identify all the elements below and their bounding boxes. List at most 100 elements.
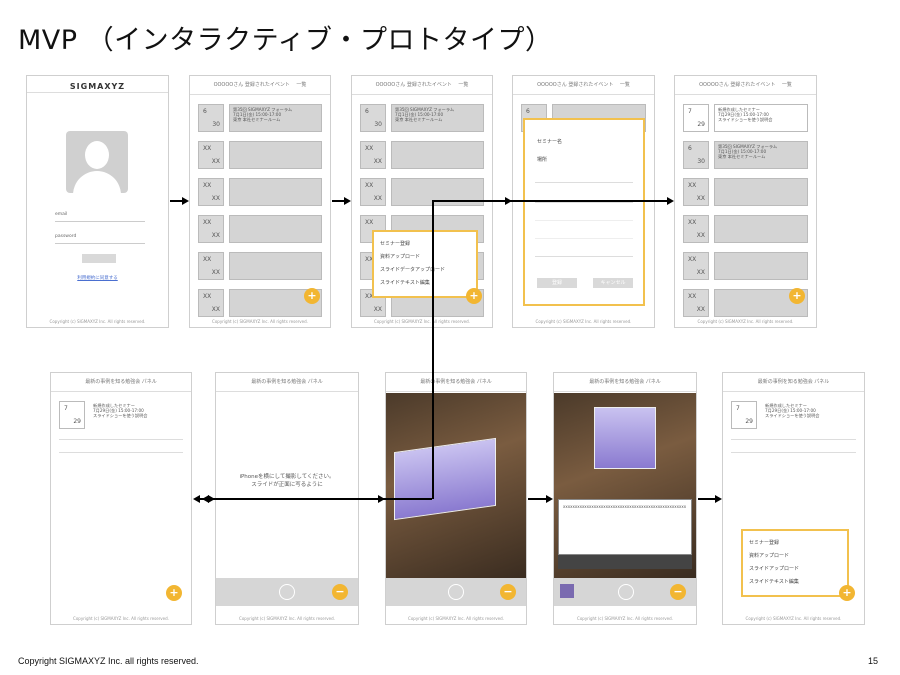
camera-toolbar: − [386, 578, 526, 606]
email-field[interactable]: email [55, 212, 145, 222]
shutter-button[interactable] [448, 584, 464, 600]
screen-header: 最新の事例を知る勉強会 パネル [386, 373, 526, 392]
menu-item-material-upload[interactable]: 資料アップロード [743, 550, 847, 563]
flow-arrow [170, 200, 182, 202]
menu-item-seminar[interactable]: セミナー登録 [743, 537, 847, 550]
arrow-head-icon [182, 197, 189, 205]
seminar-form-dialog: セミナー名 場所 登録 キャンセル [523, 118, 645, 306]
event-row[interactable]: XXXX [360, 141, 484, 171]
menu-item-slide-text[interactable]: スライドテキスト編集 [743, 576, 847, 589]
event-detail-row: 7 29 新規作成したセミナー 7月29日(金) 15:00-17:00 スライド… [59, 401, 183, 431]
terms-link[interactable]: 利用規約に同意する [27, 275, 168, 281]
copyright-text: Copyright (c) SIGMAXYZ Inc. All rights r… [239, 616, 335, 621]
flow-arrow [528, 498, 546, 500]
arrow-head-icon [344, 197, 351, 205]
form-submit-button[interactable]: 登録 [537, 278, 577, 288]
screen-header: OOOOOさん 登録されたイベント 一覧 [675, 76, 816, 95]
menu-item-slide-text[interactable]: スライドテキスト編集 [374, 277, 476, 290]
login-screen: SIGMAXYZ email password 利用規約に同意する Copyri… [26, 75, 169, 328]
password-field[interactable]: password [55, 234, 145, 244]
projected-slide [394, 437, 496, 521]
event-row[interactable]: XXXX [360, 178, 484, 208]
minus-button[interactable]: − [500, 584, 516, 600]
form-label-name: セミナー名 [537, 139, 563, 145]
minus-button[interactable]: − [670, 584, 686, 600]
copyright-text: Copyright (c) SIGMAXYZ Inc. All rights r… [697, 319, 794, 324]
event-row[interactable]: XXXX [198, 215, 322, 245]
event-row[interactable]: XXXX [198, 252, 322, 282]
event-detail-screen: 最新の事例を知る勉強会 パネル 7 29 新規作成したセミナー 7月29日(金) … [50, 372, 192, 625]
flow-connector [432, 200, 434, 499]
add-button[interactable]: + [789, 288, 805, 304]
avatar-placeholder-icon [66, 131, 128, 193]
event-list-updated-screen: OOOOOさん 登録されたイベント 一覧 7 29 新規作成したセミナー 7月29… [674, 75, 817, 328]
form-cancel-button[interactable]: キャンセル [593, 278, 633, 288]
screen-header: OOOOOさん 登録されたイベント 一覧 [513, 76, 654, 95]
screen-header: 最新の事例を知る勉強会 パネル [723, 373, 864, 392]
copyright-text: Copyright (c) SIGMAXYZ Inc. All rights r… [535, 319, 632, 324]
add-button[interactable]: + [839, 585, 855, 601]
camera-toolbar: − [554, 578, 696, 606]
event-row[interactable]: 6 30 第35回 SIGMAXYZ フォーラム 7月1日(金) 15:00-17… [360, 104, 484, 134]
thumbnail[interactable] [560, 584, 574, 598]
menu-item-slide-upload[interactable]: スライドデータアップロード [374, 264, 476, 277]
event-row[interactable]: XXXX [683, 178, 808, 208]
action-menu: セミナー登録 資料アップロード スライドアップロード スライドテキスト編集 [741, 529, 849, 597]
event-row[interactable]: XXXX [683, 252, 808, 282]
sigmaxyz-logo: SIGMAXYZ [69, 82, 126, 91]
shutter-button[interactable] [618, 584, 634, 600]
screen-header: OOOOOさん 登録されたイベント 一覧 [190, 76, 330, 95]
copyright-text: Copyright (c) SIGMAXYZ Inc. All rights r… [49, 319, 146, 324]
action-menu: セミナー登録 資料アップロード スライドデータアップロード スライドテキスト編集 [372, 230, 478, 298]
event-menu-screen: 最新の事例を知る勉強会 パネル 7 29 新規作成したセミナー 7月29日(金) … [722, 372, 865, 625]
footer-copyright: Copyright SIGMAXYZ Inc. all rights reser… [18, 656, 199, 666]
flow-arrow [332, 200, 344, 202]
arrow-head-icon [546, 495, 553, 503]
text-edit-panel: xxxxxxxxxxxxxxxxxxxxxxxxxxxxxxxxxxxxxxxx… [558, 499, 692, 555]
copyright-text: Copyright (c) SIGMAXYZ Inc. All rights r… [374, 319, 470, 324]
form-label-place: 場所 [537, 157, 548, 163]
copyright-text: Copyright (c) SIGMAXYZ Inc. All rights r… [73, 616, 169, 621]
projected-slide [594, 407, 656, 469]
arrow-head-icon [667, 197, 674, 205]
menu-item-material-upload[interactable]: 資料アップロード [374, 251, 476, 264]
add-button[interactable]: + [466, 288, 482, 304]
event-detail-row: 7 29 新規作成したセミナー 7月29日(金) 15:00-17:00 スライド… [731, 401, 856, 431]
screen-header: OOOOOさん 登録されたイベント 一覧 [352, 76, 492, 95]
event-row[interactable]: XXXX [683, 215, 808, 245]
minus-button[interactable]: − [332, 584, 348, 600]
flow-arrow [698, 498, 715, 500]
page-number: 15 [868, 656, 879, 666]
ocr-text[interactable]: xxxxxxxxxxxxxxxxxxxxxxxxxxxxxxxxxxxxxxxx… [559, 500, 691, 513]
event-row[interactable]: 6 30 第35回 SIGMAXYZ フォーラム 7月1日(金) 15:00-17… [683, 141, 808, 171]
add-button[interactable]: + [166, 585, 182, 601]
camera-instruction-text: iPhoneを横にして撮影してください。 スライドが正面に写るように [239, 474, 335, 488]
event-row-new[interactable]: 7 29 新規作成したセミナー 7月29日(金) 15:00-17:00 スライド… [683, 104, 808, 134]
copyright-text: Copyright (c) SIGMAXYZ Inc. All rights r… [745, 616, 842, 621]
add-button[interactable]: + [304, 288, 320, 304]
flow-arrow [200, 498, 432, 500]
flow-connector [432, 200, 668, 202]
event-row[interactable]: XXXX [198, 141, 322, 171]
menu-item-seminar[interactable]: セミナー登録 [374, 238, 476, 251]
copyright-text: Copyright (c) SIGMAXYZ Inc. All rights r… [212, 319, 308, 324]
camera-preview-image [386, 393, 526, 578]
arrow-head-icon [202, 495, 209, 503]
arrow-head-icon [715, 495, 722, 503]
event-row[interactable]: 6 30 第35回 SIGMAXYZ フォーラム 7月1日(金) 15:00-17… [198, 104, 322, 134]
arrow-head-icon [208, 495, 215, 503]
copyright-text: Copyright (c) SIGMAXYZ Inc. All rights r… [577, 616, 673, 621]
arrow-head-icon [378, 495, 385, 503]
arrow-head-icon [193, 495, 200, 503]
slide-title: MVP （インタラクティブ・プロトタイプ） [18, 25, 553, 56]
screen-header: 最新の事例を知る勉強会 パネル [216, 373, 358, 392]
copyright-text: Copyright (c) SIGMAXYZ Inc. All rights r… [408, 616, 504, 621]
camera-toolbar: − [216, 578, 358, 606]
screen-header: 最新の事例を知る勉強会 パネル [554, 373, 696, 392]
login-button[interactable] [82, 254, 116, 263]
screen-header: 最新の事例を知る勉強会 パネル [51, 373, 191, 392]
menu-item-slide-upload[interactable]: スライドアップロード [743, 563, 847, 576]
shutter-button[interactable] [279, 584, 295, 600]
event-row[interactable]: XXXX [198, 178, 322, 208]
camera-edit-screen: 最新の事例を知る勉強会 パネル xxxxxxxxxxxxxxxxxxxxxxxx… [553, 372, 697, 625]
